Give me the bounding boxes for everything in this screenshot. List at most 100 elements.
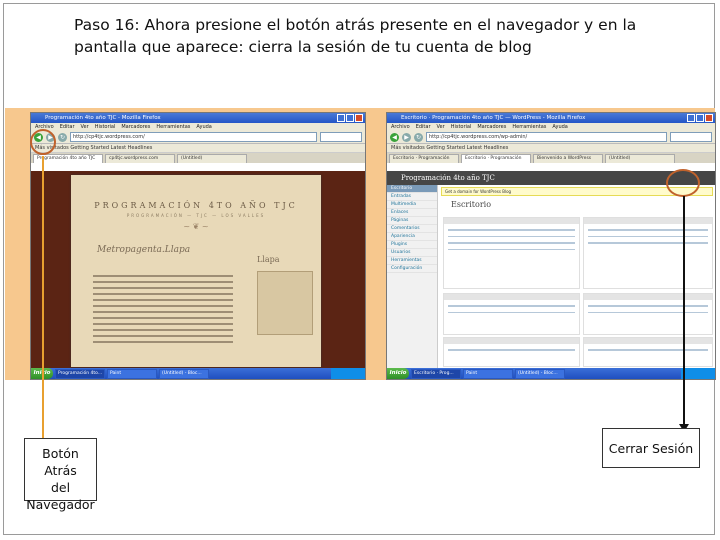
tab-bar: Escritorio · Programación Escritorio · P… (387, 153, 715, 163)
blog-title: PROGRAMACIÓN 4TO AÑO TJC (94, 201, 298, 210)
stats-widget (583, 337, 713, 367)
reload-icon[interactable]: ↻ (414, 132, 423, 142)
maximize-icon[interactable] (696, 114, 704, 122)
ornament-icon: ~ ❦ ~ (183, 222, 209, 231)
menu-editar[interactable]: Editar (416, 123, 431, 131)
minimize-icon[interactable] (337, 114, 345, 122)
right-browser-screenshot: Escritorio · Programación 4to año TJC — … (386, 112, 716, 380)
tab-bar: Programación 4to año TJC cp4tjc.wordpres… (31, 153, 365, 163)
back-arrow-icon[interactable]: ◀ (390, 132, 399, 142)
blog-subtitle: PROGRAMACIÓN — TJC — LOS VALLES (126, 213, 266, 218)
sidebar-item-multimedia[interactable]: Multimedia (387, 201, 437, 209)
window-titlebar: Escritorio · Programación 4to año TJC — … (387, 113, 715, 123)
menu-bar: Archivo Editar Ver Historial Marcadores … (387, 123, 715, 131)
logout-callout-line (683, 196, 685, 426)
taskbar-item[interactable]: Programación 4to... (55, 368, 105, 379)
menu-ver[interactable]: Ver (437, 123, 445, 131)
search-input[interactable] (320, 132, 362, 142)
wp-site-title[interactable]: Programación 4to año TJC (401, 174, 495, 182)
back-button-highlight (30, 129, 56, 155)
window-title: Programación 4to año TJC - Mozilla Firef… (45, 115, 161, 121)
tab-4[interactable]: (Untitled) (605, 154, 675, 163)
quickpress-widget (583, 217, 713, 289)
back-label-line-3: Navegador (26, 497, 95, 512)
blog-page: PROGRAMACIÓN 4TO AÑO TJC PROGRAMACIÓN — … (71, 175, 321, 367)
sidebar-item-escritorio[interactable]: Escritorio (387, 185, 437, 193)
menu-marcadores[interactable]: Marcadores (477, 123, 506, 131)
search-input[interactable] (670, 132, 712, 142)
sidebar-item-plugins[interactable]: Plugins (387, 241, 437, 249)
dashboard-title: Escritorio (451, 200, 492, 209)
left-browser-screenshot: Programación 4to año TJC - Mozilla Firef… (30, 112, 366, 380)
sidebar-item-enlaces[interactable]: Enlaces (387, 209, 437, 217)
window-controls (337, 114, 363, 122)
taskbar-item[interactable]: Escritorio · Prog... (411, 368, 461, 379)
taskbar-item[interactable]: (Untitled) - Bloc... (159, 368, 209, 379)
taskbar-item[interactable]: (Untitled) - Bloc... (515, 368, 565, 379)
instruction-text: Paso 16: Ahora presione el botón atrás p… (74, 14, 674, 58)
navigation-toolbar: ◀ ▶ ↻ http://cp4tjc.wordpress.com/ (31, 131, 365, 144)
tab-1[interactable]: Escritorio · Programación (389, 154, 459, 163)
recent-comments-widget (443, 293, 580, 335)
menu-ayuda[interactable]: Ayuda (552, 123, 567, 131)
taskbar-item[interactable]: Paint (107, 368, 157, 379)
address-bar[interactable]: http://cp4tjc.wordpress.com/wp-admin/ (426, 132, 667, 142)
close-icon[interactable] (705, 114, 713, 122)
back-label-line-2: del (50, 480, 71, 495)
back-label-line-1: Botón Atrás (42, 446, 79, 478)
window-title: Escritorio · Programación 4to año TJC — … (401, 115, 586, 121)
navigation-toolbar: ◀ ▶ ↻ http://cp4tjc.wordpress.com/wp-adm… (387, 131, 715, 144)
wp-admin-sidebar: Escritorio Entradas Multimedia Enlaces P… (387, 185, 438, 370)
sidebar-item-comentarios[interactable]: Comentarios (387, 225, 437, 233)
right-now-widget (443, 217, 580, 289)
calendar-widget (257, 271, 313, 335)
tab-3[interactable]: (Untitled) (177, 154, 247, 163)
window-titlebar: Programación 4to año TJC - Mozilla Firef… (31, 113, 365, 123)
menu-historial[interactable]: Historial (451, 123, 472, 131)
menu-ver[interactable]: Ver (81, 123, 89, 131)
system-tray (681, 368, 715, 379)
sidebar-item-herramientas[interactable]: Herramientas (387, 257, 437, 265)
menu-historial[interactable]: Historial (95, 123, 116, 131)
back-button-label: Botón Atrás del Navegador (24, 438, 97, 512)
tab-2[interactable]: cp4tjc.wordpress.com (105, 154, 175, 163)
logout-label: Cerrar Sesión (602, 428, 700, 468)
menu-editar[interactable]: Editar (60, 123, 75, 131)
close-icon[interactable] (355, 114, 363, 122)
minimize-icon[interactable] (687, 114, 695, 122)
menu-marcadores[interactable]: Marcadores (121, 123, 150, 131)
sidebar-item-configuracion[interactable]: Configuración (387, 265, 437, 273)
menu-herramientas[interactable]: Herramientas (156, 123, 190, 131)
instruction-line-1: Paso 16: Ahora presione el botón atrás p… (74, 16, 637, 34)
menu-herramientas[interactable]: Herramientas (512, 123, 546, 131)
forward-arrow-icon[interactable]: ▶ (402, 132, 411, 142)
post-title[interactable]: Metropagenta.Llapa (97, 245, 190, 255)
tab-3[interactable]: Bienvenido a WordPress (533, 154, 603, 163)
post-body (93, 275, 233, 347)
window-controls (687, 114, 713, 122)
recent-drafts-widget (583, 293, 713, 335)
system-tray (331, 368, 365, 379)
address-bar[interactable]: http://cp4tjc.wordpress.com/ (70, 132, 317, 142)
logout-highlight (666, 169, 700, 197)
sidebar-title: Llapa (257, 255, 280, 264)
taskbar-item[interactable]: Paint (463, 368, 513, 379)
sidebar-item-paginas[interactable]: Páginas (387, 217, 437, 225)
menu-bar: Archivo Editar Ver Historial Marcadores … (31, 123, 365, 131)
taskbar: Inicio Escritorio · Prog... Paint (Untit… (387, 368, 715, 379)
maximize-icon[interactable] (346, 114, 354, 122)
sidebar-item-usuarios[interactable]: Usuarios (387, 249, 437, 257)
wp-dashboard: Get a domain for WordPress Blog Escritor… (441, 187, 713, 367)
incoming-links-widget (443, 337, 580, 367)
menu-ayuda[interactable]: Ayuda (196, 123, 211, 131)
menu-archivo[interactable]: Archivo (391, 123, 410, 131)
bookmarks-bar[interactable]: Más visitados Getting Started Latest Hea… (387, 144, 715, 153)
sidebar-item-entradas[interactable]: Entradas (387, 193, 437, 201)
instruction-line-2: pantalla que aparece: cierra la sesión d… (74, 38, 532, 56)
start-button[interactable]: Inicio (387, 368, 409, 379)
back-callout-line (42, 156, 44, 438)
sidebar-item-apariencia[interactable]: Apariencia (387, 233, 437, 241)
reload-icon[interactable]: ↻ (58, 132, 67, 142)
tab-2[interactable]: Escritorio · Programación (461, 154, 531, 163)
bookmarks-bar[interactable]: Más visitados Getting Started Latest Hea… (31, 144, 365, 153)
